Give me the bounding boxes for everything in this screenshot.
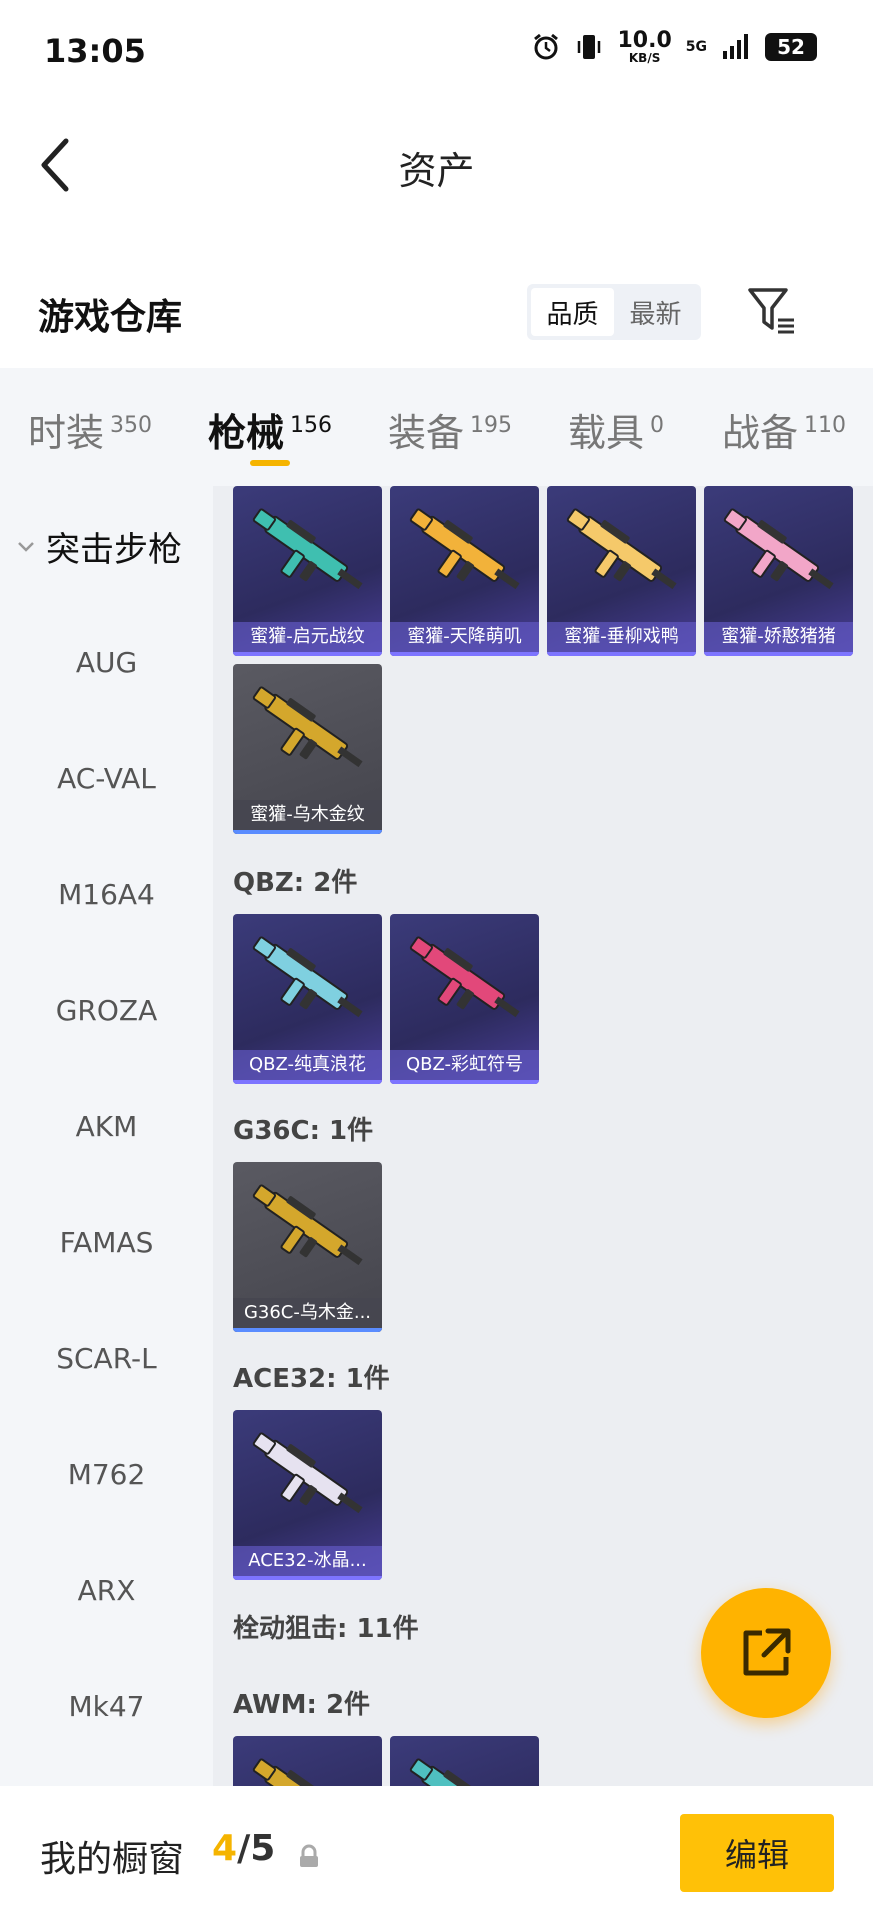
weapon-image [252,508,363,590]
skin-name: 蜜獾-天降萌叽 [390,622,539,656]
skin-card[interactable]: 蜜獾-天降萌叽 [390,486,539,656]
vibrate-icon [578,35,601,59]
tab-active-indicator [250,460,290,466]
showcase-count: 4/5 [212,1828,276,1869]
skin-name: QBZ-彩虹符号 [390,1050,539,1084]
skin-card[interactable]: 蜜獾-乌木金纹 [233,664,382,834]
weapon-image [252,1758,349,1786]
weapon-image [252,1184,363,1266]
weapon-image [723,508,834,590]
network-speed: 10.0 KB/S [617,28,672,65]
tab-firearms[interactable]: 枪械 156 [208,402,332,457]
sort-newest[interactable]: 最新 [614,288,697,336]
filter-icon[interactable] [746,284,798,336]
tab-fashion[interactable]: 时装 350 [28,402,152,457]
signal-icon [723,34,748,59]
sort-quality[interactable]: 品质 [531,288,614,336]
section-label: QBZ: 2件 [233,868,358,898]
alarm-icon [534,33,559,60]
status-icons: 10.0 KB/S 5G 52 [531,30,817,64]
skin-card[interactable]: ACE32-冰晶... [233,1410,382,1580]
skin-card[interactable]: 蜜獾-垂柳戏鸭 [547,486,696,656]
weapon-image [252,1432,363,1514]
skin-name: 蜜獾-娇憨猪猪 [704,622,853,656]
category-tabs: 时装 350 枪械 156 装备 195 载具 0 战备 110 [0,368,873,486]
sidebar-group-assault-rifles[interactable]: 突击步枪 [16,522,182,571]
tab-supplies[interactable]: 战备 110 [722,402,846,457]
page-title: 资产 [398,149,475,193]
status-time: 13:05 [44,32,146,70]
sidebar-item-scar-l[interactable]: SCAR-L [0,1342,213,1375]
skin-name: 蜜獾-垂柳戏鸭 [547,622,696,656]
tab-vehicles[interactable]: 载具 0 [568,402,664,457]
showcase-bar: 我的橱窗 4/5 编辑 [0,1786,873,1920]
section-label: AWM: 2件 [233,1690,371,1720]
section-label: G36C: 1件 [233,1116,374,1146]
section-label: ACE32: 1件 [233,1364,390,1394]
warehouse-title: 游戏仓库 [38,297,183,338]
skin-card[interactable]: 蜜獾-启元战纹 [233,486,382,656]
weapon-image [409,508,520,590]
skin-card[interactable] [390,1736,539,1786]
weapon-image [409,936,520,1018]
status-bar: 13:05 10.0 KB/S 5G 52 [0,0,873,100]
share-icon [743,1628,791,1676]
skin-card[interactable]: QBZ-纯真浪花 [233,914,382,1084]
showcase-title: 我的橱窗 [40,1839,185,1880]
sidebar-item-ac-val[interactable]: AC-VAL [0,762,213,795]
battery-icon: 52 [765,33,817,61]
network-type: 5G [685,39,707,55]
skin-name: G36C-乌木金... [233,1298,382,1332]
weapon-image [409,1758,506,1786]
skin-name: QBZ-纯真浪花 [233,1050,382,1084]
section-label: 栓动狙击: 11件 [233,1614,419,1644]
skin-name: 蜜獾-启元战纹 [233,622,382,656]
sidebar-item-famas[interactable]: FAMAS [0,1226,213,1259]
tab-equipment[interactable]: 装备 195 [388,402,512,457]
weapon-image [252,936,363,1018]
sidebar-item-mk47[interactable]: Mk47 [0,1690,213,1723]
sidebar-item-m16a4[interactable]: M16A4 [0,878,213,911]
skin-card[interactable] [233,1736,382,1786]
weapon-image [252,686,363,768]
sidebar-item-akm[interactable]: AKM [0,1110,213,1143]
lock-icon [300,1844,318,1867]
skin-name: ACE32-冰晶... [233,1546,382,1580]
edit-button[interactable]: 编辑 [680,1814,834,1892]
skin-card[interactable]: G36C-乌木金... [233,1162,382,1332]
skin-card[interactable]: 蜜獾-娇憨猪猪 [704,486,853,656]
chevron-down-icon [18,541,34,552]
sidebar-item-groza[interactable]: GROZA [0,994,213,1027]
sidebar-item-aug[interactable]: AUG [0,646,213,679]
weapon-image [566,508,677,590]
sort-toggle: 品质 最新 [527,284,701,340]
weapon-sidebar: 突击步枪 AUG AC-VAL M16A4 GROZA AKM FAMAS SC… [0,486,213,1786]
sidebar-item-arx[interactable]: ARX [0,1574,213,1607]
skin-card[interactable]: QBZ-彩虹符号 [390,914,539,1084]
skin-name: 蜜獾-乌木金纹 [233,800,382,834]
sidebar-item-m762[interactable]: M762 [0,1458,213,1491]
share-button[interactable] [701,1588,831,1718]
